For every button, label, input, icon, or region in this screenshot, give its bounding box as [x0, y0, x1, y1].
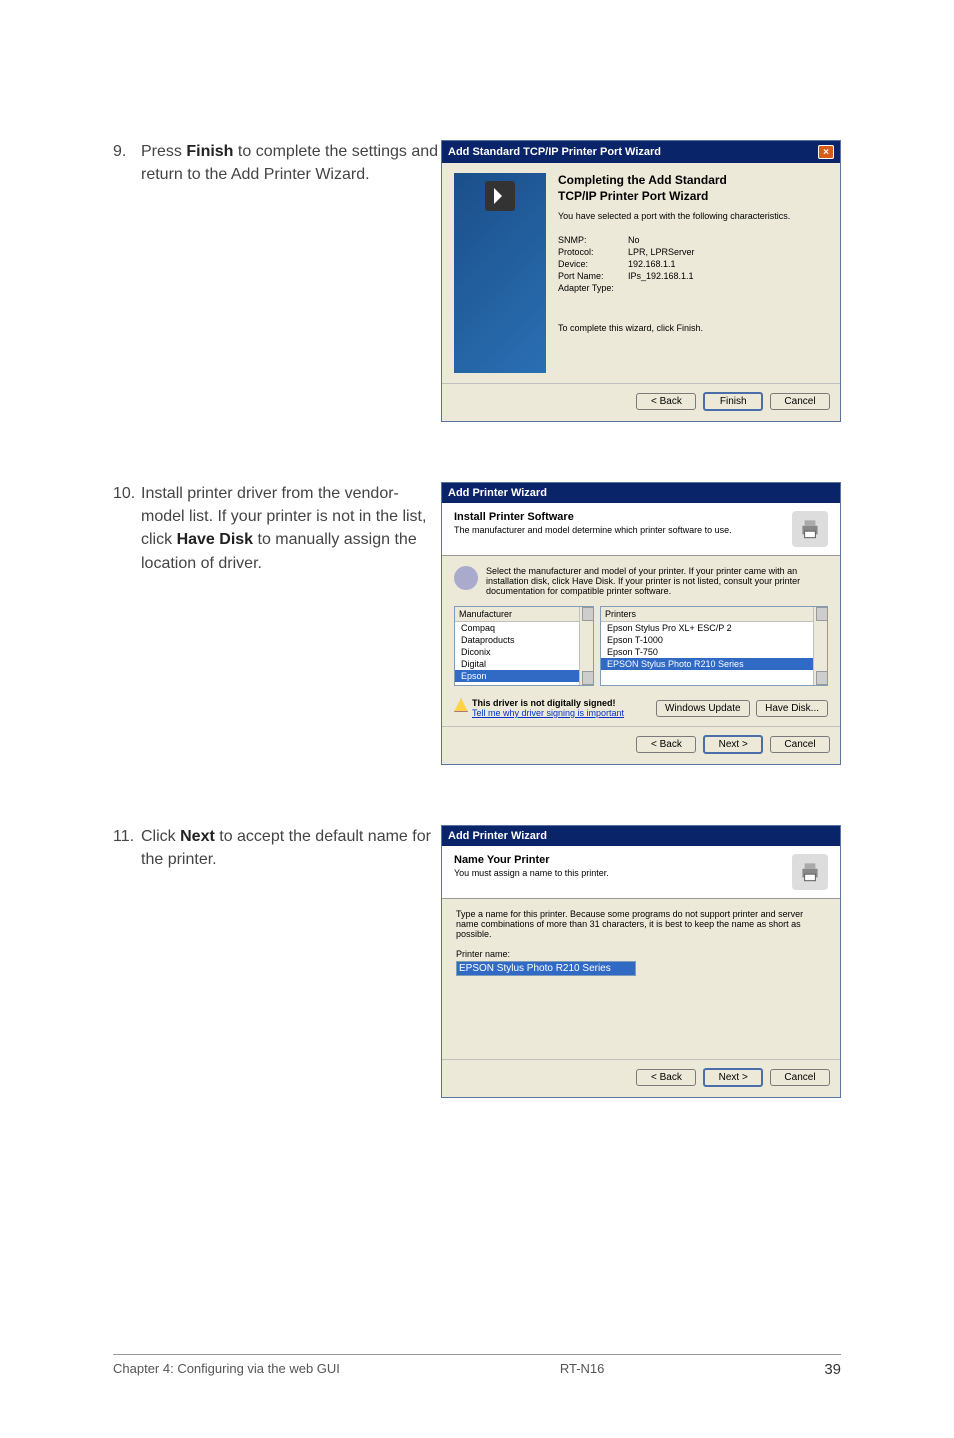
page-number: 39	[824, 1361, 841, 1378]
step-text: Press Finish to complete the settings an…	[141, 140, 441, 186]
page-footer: Chapter 4: Configuring via the web GUI R…	[113, 1354, 841, 1378]
printers-list[interactable]: Printers Epson Stylus Pro XL+ ESC/P 2 Ep…	[600, 606, 828, 686]
dialog-titlebar: Add Printer Wizard	[442, 826, 840, 846]
cancel-button[interactable]: Cancel	[770, 736, 830, 753]
scrollbar[interactable]	[813, 607, 827, 685]
step-text: Install printer driver from the vendor-m…	[141, 482, 441, 575]
step-text: Click Next to accept the default name fo…	[141, 825, 441, 871]
column-header: Printers	[601, 607, 827, 622]
label: SNMP:	[558, 235, 628, 245]
printer-name-label: Printer name:	[456, 949, 826, 959]
label: Adapter Type:	[558, 283, 628, 293]
cancel-button[interactable]: Cancel	[770, 1069, 830, 1086]
list-item[interactable]: Compaq	[455, 622, 593, 634]
info-text: Select the manufacturer and model of you…	[486, 566, 828, 596]
close-icon[interactable]: ×	[818, 145, 834, 159]
label: Port Name:	[558, 271, 628, 281]
printer-icon	[792, 854, 828, 890]
step-num: 11.	[113, 825, 141, 871]
info-text: Type a name for this printer. Because so…	[456, 909, 826, 939]
finish-button[interactable]: Finish	[703, 392, 763, 411]
name-printer-dialog: Add Printer Wizard Name Your Printer You…	[441, 825, 841, 1098]
dialog-title: Add Printer Wizard	[448, 487, 547, 499]
footer-model: RT-N16	[560, 1361, 605, 1378]
back-button[interactable]: < Back	[636, 736, 696, 753]
printer-name-input[interactable]: EPSON Stylus Photo R210 Series	[456, 961, 636, 976]
column-header: Manufacturer	[455, 607, 593, 622]
dialog-titlebar: Add Standard TCP/IP Printer Port Wizard …	[442, 141, 840, 163]
wizard-heading: Name Your Printer	[454, 854, 609, 866]
wizard-subtext: You must assign a name to this printer.	[454, 868, 609, 878]
step-num: 9.	[113, 140, 141, 186]
wizard-heading: Completing the Add Standard	[558, 173, 790, 187]
wizard-subtext: The manufacturer and model determine whi…	[454, 525, 732, 535]
wizard-heading: Install Printer Software	[454, 511, 732, 523]
list-item[interactable]: EPSON Stylus Photo R210 Series	[601, 658, 827, 670]
value: IPs_192.168.1.1	[628, 271, 694, 281]
list-item[interactable]: Digital	[455, 658, 593, 670]
warning-text: This driver is not digitally signed!	[472, 698, 616, 708]
add-printer-wizard-dialog: Add Printer Wizard Install Printer Softw…	[441, 482, 841, 765]
dialog-title: Add Standard TCP/IP Printer Port Wizard	[448, 146, 661, 158]
value: LPR, LPRServer	[628, 247, 695, 257]
windows-update-button[interactable]: Windows Update	[656, 700, 750, 717]
signing-link[interactable]: Tell me why driver signing is important	[472, 708, 624, 718]
tcpip-wizard-dialog: Add Standard TCP/IP Printer Port Wizard …	[441, 140, 841, 422]
list-item[interactable]: Epson	[455, 670, 593, 682]
wizard-side-graphic	[454, 173, 546, 373]
scrollbar[interactable]	[579, 607, 593, 685]
back-button[interactable]: < Back	[636, 1069, 696, 1086]
value: 192.168.1.1	[628, 259, 676, 269]
wizard-heading: TCP/IP Printer Port Wizard	[558, 189, 790, 203]
manufacturer-list[interactable]: Manufacturer Compaq Dataproducts Diconix…	[454, 606, 594, 686]
wizard-subtext: You have selected a port with the follow…	[558, 211, 790, 221]
printer-icon	[792, 511, 828, 547]
back-button[interactable]: < Back	[636, 393, 696, 410]
dialog-title: Add Printer Wizard	[448, 830, 547, 842]
label: Device:	[558, 259, 628, 269]
step-num: 10.	[113, 482, 141, 575]
label: Protocol:	[558, 247, 628, 257]
footer-chapter: Chapter 4: Configuring via the web GUI	[113, 1361, 340, 1378]
list-item[interactable]: Epson T-750	[601, 646, 827, 658]
value: No	[628, 235, 640, 245]
list-item[interactable]: Dataproducts	[455, 634, 593, 646]
next-button[interactable]: Next >	[703, 735, 763, 754]
list-item[interactable]: Epson T-1000	[601, 634, 827, 646]
finish-note: To complete this wizard, click Finish.	[558, 323, 790, 333]
have-disk-button[interactable]: Have Disk...	[756, 700, 828, 717]
dialog-titlebar: Add Printer Wizard	[442, 483, 840, 503]
next-button[interactable]: Next >	[703, 1068, 763, 1087]
disk-icon	[454, 566, 478, 590]
list-item[interactable]: Diconix	[455, 646, 593, 658]
warning-icon	[454, 698, 468, 712]
flag-icon	[485, 181, 515, 211]
list-item[interactable]: Epson Stylus Pro XL+ ESC/P 2	[601, 622, 827, 634]
cancel-button[interactable]: Cancel	[770, 393, 830, 410]
